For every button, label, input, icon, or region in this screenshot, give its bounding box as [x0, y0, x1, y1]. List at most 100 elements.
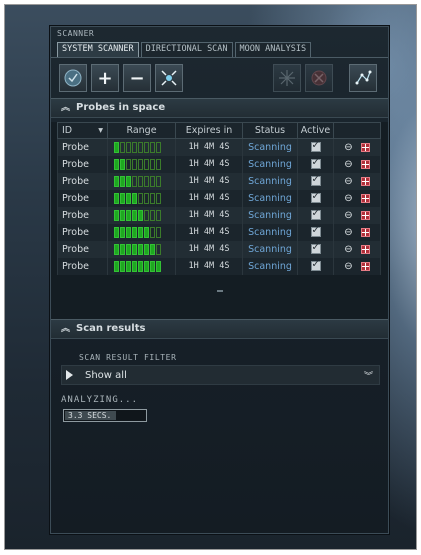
probe-status-cell: Scanning [242, 189, 298, 207]
recall-probe-icon[interactable]: ⊖ [344, 159, 352, 170]
active-checkbox[interactable] [310, 225, 321, 237]
probes-section-title: Probes in space [76, 102, 166, 113]
destroy-probe-icon[interactable] [360, 227, 370, 237]
column-header-range[interactable]: Range [107, 122, 176, 139]
table-row[interactable]: Probe 1H 4M 4SScanning ⊖ [57, 189, 381, 207]
column-header-expires[interactable]: Expires in [175, 122, 243, 139]
recall-probe-icon[interactable]: ⊖ [344, 227, 352, 238]
range-segment [138, 243, 143, 255]
active-checkbox[interactable] [310, 174, 321, 186]
probe-active-cell [297, 138, 334, 156]
probes-section-header[interactable]: ︽ Probes in space [51, 98, 388, 118]
increase-range-button[interactable]: + [91, 64, 119, 92]
probe-actions-cell: ⊖ [333, 172, 381, 190]
recall-probe-icon[interactable]: ⊖ [344, 176, 352, 187]
table-row[interactable]: Probe 1H 4M 4SScanning ⊖ [57, 172, 381, 190]
range-segment [156, 243, 161, 255]
probe-actions-cell: ⊖ [333, 189, 381, 207]
probe-expires-cell: 1H 4M 4S [175, 189, 243, 207]
range-segment [138, 226, 143, 238]
range-segment [138, 141, 143, 153]
destroy-probe-icon[interactable] [360, 244, 370, 254]
collapse-chevron-icon: ︽ [61, 324, 71, 334]
table-row[interactable]: Probe 1H 4M 4SScanning ⊖ [57, 155, 381, 173]
table-row[interactable]: Probe 1H 4M 4SScanning ⊖ [57, 206, 381, 224]
spread-probes-button[interactable] [155, 64, 183, 92]
destroy-probe-icon[interactable] [360, 176, 370, 186]
active-checkbox[interactable] [310, 140, 321, 153]
probe-status-cell: Scanning [242, 172, 298, 190]
range-segment [132, 260, 137, 272]
table-row[interactable]: Probe 1H 4M 4SScanning ⊖ [57, 138, 381, 156]
column-header-status[interactable]: Status [242, 122, 298, 139]
probe-actions: ⊖ [335, 244, 380, 255]
probe-expires-cell: 1H 4M 4S [175, 240, 243, 258]
probe-active-cell [297, 206, 334, 224]
active-checkbox[interactable] [310, 157, 321, 169]
probe-range-cell[interactable] [107, 189, 176, 207]
recall-probe-icon[interactable]: ⊖ [344, 210, 352, 221]
range-segment [150, 209, 155, 221]
destroy-probe-icon[interactable] [360, 261, 370, 271]
probe-range-cell[interactable] [107, 240, 176, 258]
star-burst-button[interactable] [273, 64, 301, 92]
probe-range-cell[interactable] [107, 257, 176, 275]
scan-result-filter-dropdown[interactable]: Show all ︾ [61, 365, 380, 385]
probe-range-cell[interactable] [107, 206, 176, 224]
table-row[interactable]: Probe 1H 4M 4SScanning ⊖ [57, 257, 381, 275]
probe-range-cell[interactable] [107, 155, 176, 173]
range-segment [126, 260, 131, 272]
active-checkbox[interactable] [310, 208, 321, 220]
table-row[interactable]: Probe 1H 4M 4SScanning ⊖ [57, 240, 381, 258]
probe-actions-cell: ⊖ [333, 138, 381, 156]
recall-all-button[interactable] [305, 64, 333, 92]
probe-active-cell [297, 240, 334, 258]
range-meter [109, 260, 175, 272]
recall-probe-icon[interactable]: ⊖ [344, 244, 352, 255]
play-icon [66, 370, 73, 380]
recall-probe-icon[interactable]: ⊖ [344, 193, 352, 204]
probe-actions-cell: ⊖ [333, 240, 381, 258]
range-segment [114, 158, 119, 170]
range-segment [126, 209, 131, 221]
range-segment [114, 260, 119, 272]
probe-actions-cell: ⊖ [333, 223, 381, 241]
results-section-title: Scan results [76, 323, 146, 334]
map-button[interactable] [349, 64, 377, 92]
probe-actions: ⊖ [335, 261, 380, 272]
probe-actions: ⊖ [335, 210, 380, 221]
active-checkbox[interactable] [310, 259, 321, 271]
range-segment [156, 141, 161, 153]
destroy-probe-icon[interactable] [360, 142, 370, 152]
table-row[interactable]: Probe 1H 4M 4SScanning ⊖ [57, 223, 381, 241]
range-segment [120, 243, 125, 255]
panel-resize-handle[interactable] [51, 284, 388, 292]
probe-expires-cell: 1H 4M 4S [175, 155, 243, 173]
recall-icon [311, 70, 327, 86]
recall-probe-icon[interactable]: ⊖ [344, 261, 352, 272]
active-checkbox[interactable] [310, 242, 321, 254]
recall-probe-icon[interactable]: ⊖ [344, 142, 352, 153]
destroy-probe-icon[interactable] [360, 159, 370, 169]
destroy-probe-icon[interactable] [360, 210, 370, 220]
analyze-button[interactable] [59, 64, 87, 92]
tab-bar: SYSTEM SCANNER DIRECTIONAL SCAN MOON ANA… [51, 42, 388, 57]
range-segment [114, 192, 119, 204]
range-segment [144, 260, 149, 272]
probe-range-cell[interactable] [107, 138, 176, 156]
tab-directional-scan[interactable]: DIRECTIONAL SCAN [140, 42, 233, 57]
decrease-range-button[interactable]: − [123, 64, 151, 92]
column-header-active[interactable]: Active [297, 122, 334, 139]
probe-active-cell [297, 257, 334, 275]
results-section-header[interactable]: ︽ Scan results [51, 319, 388, 339]
column-header-id[interactable]: ID ▾ [57, 122, 108, 139]
probe-range-cell[interactable] [107, 172, 176, 190]
tab-moon-analysis[interactable]: MOON ANALYSIS [234, 42, 312, 57]
active-checkbox[interactable] [310, 191, 321, 203]
probe-status-cell: Scanning [242, 223, 298, 241]
tab-system-scanner[interactable]: SYSTEM SCANNER [57, 42, 139, 57]
probe-range-cell[interactable] [107, 223, 176, 241]
range-segment [114, 243, 119, 255]
destroy-probe-icon[interactable] [360, 193, 370, 203]
star-burst-icon [279, 70, 295, 86]
